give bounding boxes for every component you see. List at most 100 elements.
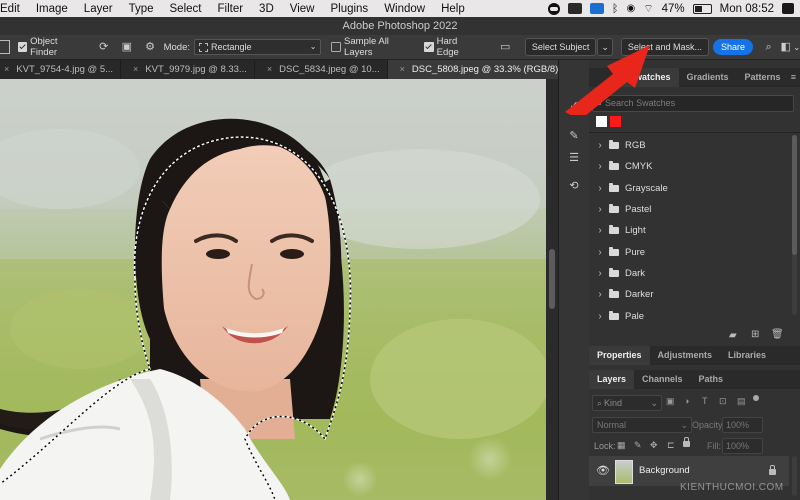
chevron-right-icon: › bbox=[598, 161, 602, 172]
menu-filter[interactable]: Filter bbox=[209, 3, 251, 15]
filter-shape-icon[interactable]: ⊡ bbox=[719, 396, 727, 407]
bluetooth-icon[interactable]: ᛒ bbox=[612, 3, 619, 15]
tab-patterns[interactable]: Patterns bbox=[737, 68, 789, 87]
mode-select[interactable]: Rectangle ⌄ bbox=[194, 39, 322, 55]
battery-icon[interactable] bbox=[692, 3, 712, 14]
object-finder-checkbox[interactable] bbox=[17, 42, 28, 52]
recent-swatch-white[interactable] bbox=[596, 116, 607, 127]
tab-label: DSC_5834.jpeg @ 10... bbox=[279, 64, 380, 75]
tab-label: KVT_9979.jpg @ 8.33... bbox=[145, 64, 247, 75]
close-tab-icon[interactable]: × bbox=[4, 64, 9, 74]
document-canvas[interactable] bbox=[0, 79, 546, 500]
hard-edge-checkbox[interactable] bbox=[424, 42, 434, 52]
new-group-folder-icon[interactable]: ▰ bbox=[729, 330, 737, 341]
lock-transparent-pixels-icon[interactable]: ▦ bbox=[617, 440, 626, 451]
menubar-extra-icon[interactable] bbox=[782, 3, 794, 14]
menubar-app-icon-2[interactable] bbox=[589, 3, 604, 14]
lock-image-pixels-icon[interactable]: ✎ bbox=[634, 440, 642, 451]
tab-gradients[interactable]: Gradients bbox=[679, 68, 737, 87]
close-tab-icon[interactable]: × bbox=[133, 64, 138, 74]
tab-document-2[interactable]: × KVT_9979.jpg @ 8.33... bbox=[121, 60, 255, 79]
share-button[interactable]: Share bbox=[712, 39, 753, 55]
hard-edge-label: Hard Edge bbox=[436, 36, 459, 58]
sample-all-layers-checkbox[interactable] bbox=[331, 42, 342, 52]
panel-menu-icon[interactable]: ≡ bbox=[791, 68, 796, 87]
swatch-group-cmyk[interactable]: › CMYK bbox=[589, 156, 789, 177]
menu-window[interactable]: Window bbox=[376, 3, 433, 15]
brush-settings-icon[interactable]: ✎ bbox=[566, 128, 582, 144]
swatch-group-pale[interactable]: › Pale bbox=[589, 306, 789, 327]
filter-smart-object-icon[interactable]: ▤ bbox=[737, 396, 746, 407]
tab-adjustments[interactable]: Adjustments bbox=[650, 346, 721, 365]
close-tab-icon[interactable]: × bbox=[400, 64, 405, 74]
swatch-group-grayscale[interactable]: › Grayscale bbox=[589, 178, 789, 199]
fill-field[interactable]: 100% bbox=[722, 438, 763, 454]
lock-position-icon[interactable]: ✥ bbox=[650, 440, 658, 451]
sample-all-layers-label: Sample All Layers bbox=[344, 36, 389, 58]
close-tab-icon[interactable]: × bbox=[267, 64, 272, 74]
tab-document-active[interactable]: × DSC_5808.jpeg @ 33.3% (RGB/8) * bbox=[387, 60, 573, 79]
menu-view[interactable]: View bbox=[282, 3, 323, 15]
wifi-icon[interactable]: ⌔ bbox=[643, 2, 653, 16]
chevron-right-icon: › bbox=[598, 311, 602, 322]
tab-layers[interactable]: Layers bbox=[589, 370, 635, 389]
window-title: Adobe Photoshop 2022 bbox=[0, 17, 800, 35]
select-subject-icon[interactable]: ▭ bbox=[498, 39, 513, 55]
blend-mode-select[interactable]: Normal ⌄ bbox=[592, 417, 692, 433]
menu-select[interactable]: Select bbox=[162, 3, 210, 15]
workspace-chevron-icon[interactable]: ⌄ bbox=[793, 43, 800, 52]
menu-plugins[interactable]: Plugins bbox=[322, 3, 376, 15]
menu-edit[interactable]: Edit bbox=[0, 3, 28, 15]
tab-libraries[interactable]: Libraries bbox=[720, 346, 774, 365]
audio-icon[interactable]: ◉ bbox=[627, 3, 636, 14]
menu-3d[interactable]: 3D bbox=[251, 3, 282, 15]
menu-image[interactable]: Image bbox=[28, 3, 76, 15]
opacity-field[interactable]: 100% bbox=[722, 417, 763, 433]
eye-visibility-icon[interactable]: 👁 bbox=[596, 464, 610, 477]
adjustments-sliders-icon[interactable]: ☰ bbox=[566, 150, 582, 166]
menu-layer[interactable]: Layer bbox=[76, 3, 121, 15]
workspace-icon[interactable]: ◧ bbox=[778, 39, 793, 55]
rotate-view-icon[interactable]: ⟲ bbox=[566, 178, 582, 194]
settings-gear-icon[interactable]: ⚙ bbox=[142, 39, 157, 55]
swatch-group-rgb[interactable]: › RGB bbox=[589, 135, 789, 156]
search-icon[interactable]: ⌕ bbox=[761, 39, 776, 55]
tab-channels[interactable]: Channels bbox=[634, 370, 691, 389]
creative-cloud-icon[interactable] bbox=[547, 2, 560, 15]
delete-swatch-icon[interactable]: 🗑 bbox=[771, 329, 784, 340]
menubar-app-icon[interactable] bbox=[567, 3, 582, 14]
canvas-vertical-scrollbar[interactable] bbox=[546, 79, 558, 500]
menu-type[interactable]: Type bbox=[121, 3, 162, 15]
tab-properties[interactable]: Properties bbox=[589, 346, 650, 365]
layer-name[interactable]: Background bbox=[639, 465, 690, 476]
clock[interactable]: Mon 08:52 bbox=[720, 3, 774, 15]
options-bar: Object Finder ⟳ ▣ ⚙ Mode: Rectangle ⌄ Sa… bbox=[0, 35, 800, 60]
tool-preset-icon[interactable] bbox=[0, 40, 10, 54]
layers-panel-tabs: Layers Channels Paths bbox=[589, 370, 800, 389]
swatch-group-pastel[interactable]: › Pastel bbox=[589, 199, 789, 220]
recent-swatch-red[interactable] bbox=[610, 116, 621, 127]
filter-toggle-icon[interactable] bbox=[753, 395, 759, 401]
layer-kind-filter[interactable]: ⌕ Kind ⌄ bbox=[592, 395, 662, 411]
new-swatch-icon[interactable]: ⊞ bbox=[751, 329, 759, 340]
menu-help[interactable]: Help bbox=[433, 3, 473, 15]
swatch-group-dark[interactable]: › Dark bbox=[589, 263, 789, 284]
swatch-group-pure[interactable]: › Pure bbox=[589, 242, 789, 263]
swatch-group-darker[interactable]: › Darker bbox=[589, 284, 789, 305]
battery-percent: 47% bbox=[661, 2, 685, 15]
swatch-group-light[interactable]: › Light bbox=[589, 220, 789, 241]
filter-type-icon[interactable]: T bbox=[702, 396, 708, 406]
tab-document-3[interactable]: × DSC_5834.jpeg @ 10... bbox=[255, 60, 388, 79]
layers-scrollbar[interactable] bbox=[792, 456, 797, 496]
lock-all-icon[interactable] bbox=[683, 437, 690, 447]
filter-adjustment-icon[interactable]: ◑ bbox=[684, 396, 689, 406]
filter-pixel-icon[interactable]: ▣ bbox=[666, 396, 675, 407]
show-all-objects-icon[interactable]: ▣ bbox=[119, 39, 134, 55]
mode-label: Mode: bbox=[163, 41, 190, 53]
scrollbar-thumb[interactable] bbox=[549, 249, 555, 309]
tab-document-1[interactable]: × KVT_9754-4.jpg @ 5... bbox=[0, 60, 122, 79]
tab-paths[interactable]: Paths bbox=[691, 370, 732, 389]
refresh-icon[interactable]: ⟳ bbox=[96, 39, 111, 55]
lock-artboard-icon[interactable]: ⊏ bbox=[667, 440, 675, 451]
swatches-scrollbar[interactable] bbox=[792, 135, 797, 315]
